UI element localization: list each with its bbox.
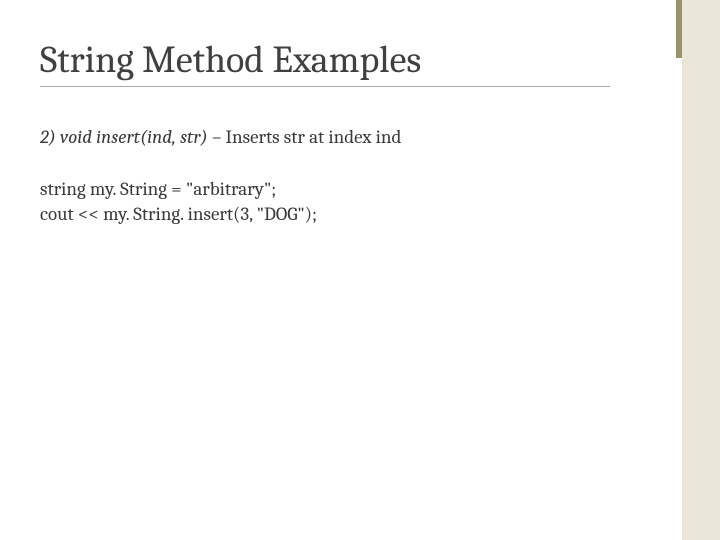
title-rule — [40, 86, 610, 87]
method-explanation: Inserts str at index ind — [221, 126, 401, 148]
spacer — [40, 151, 610, 177]
decorative-accent-bar — [676, 0, 682, 58]
method-description: 2) void insert(ind, str) – Inserts str a… — [40, 125, 610, 151]
method-signature: 2) void insert(ind, str) – — [40, 126, 221, 148]
slide-content: String Method Examples 2) void insert(in… — [0, 0, 680, 228]
slide-title: String Method Examples — [40, 38, 610, 82]
code-line-2: cout << my. String. insert(3, "DOG"); — [40, 202, 610, 228]
code-line-1: string my. String = "arbitrary"; — [40, 177, 610, 203]
decorative-sidebar — [682, 0, 720, 540]
